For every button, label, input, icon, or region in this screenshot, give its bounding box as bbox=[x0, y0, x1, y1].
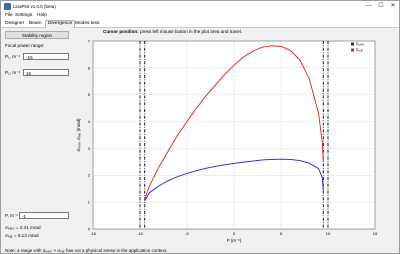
x-tick-label: -15 bbox=[90, 231, 97, 236]
tab-designer[interactable]: Designer bbox=[3, 21, 26, 27]
y-tick-label: 3 bbox=[88, 146, 91, 151]
y-tick-label: 5 bbox=[88, 92, 91, 97]
legend-entry: σₚₑᵣₚ bbox=[356, 41, 365, 46]
x-tick-label: 5 bbox=[280, 231, 283, 236]
tab-divergence[interactable]: Divergence bbox=[45, 19, 76, 28]
legend-marker bbox=[351, 48, 354, 52]
menu-file[interactable]: File bbox=[5, 13, 13, 18]
y-tick-label: 7 bbox=[88, 38, 91, 43]
app-icon bbox=[4, 3, 11, 10]
tab-beam[interactable]: Beam bbox=[27, 21, 44, 27]
minimize-button[interactable]: — bbox=[363, 1, 375, 12]
y-axis-label: σₚₑᵣₚ, σₚₐᵣ (mrad) bbox=[76, 118, 81, 152]
window-title: LinaPlot v1.0.0 (beta) bbox=[13, 3, 56, 9]
focal-range-label: Focal power range: bbox=[5, 43, 45, 48]
p1-label: P₁, m⁻¹ bbox=[5, 54, 20, 59]
y-tick-label: 4 bbox=[88, 119, 91, 124]
tab-bar: Designer Beam Divergence Modes loss bbox=[1, 19, 399, 28]
title-bar: LinaPlot v1.0.0 (beta) — ☐ ✕ bbox=[1, 1, 399, 12]
x-tick-label: -10 bbox=[137, 231, 144, 236]
app-window: LinaPlot v1.0.0 (beta) — ☐ ✕ File Settin… bbox=[0, 0, 400, 254]
maximize-button[interactable]: ☐ bbox=[375, 1, 387, 12]
sigma-perp-value: σₚₑᵣₚ = 2.41 mrad bbox=[5, 225, 41, 230]
x-tick-label: 0 bbox=[233, 231, 236, 236]
p2-label: P₂, m⁻¹ bbox=[5, 70, 21, 75]
footer-note: Note: a range with σₚₑᵣₚ > σₚₐᵣ has not … bbox=[5, 248, 168, 253]
menu-settings[interactable]: Settings bbox=[15, 13, 32, 18]
legend-entry: σₚₐᵣ bbox=[356, 47, 363, 52]
stability-region-button[interactable]: Stability region bbox=[5, 31, 69, 39]
p2-input[interactable]: 15 bbox=[23, 69, 69, 76]
x-axis-label: P (m⁻¹) bbox=[227, 238, 242, 243]
close-button[interactable]: ✕ bbox=[387, 1, 399, 12]
cursor-info: Cursor position: press left mouse button… bbox=[103, 29, 242, 34]
x-tick-label: -5 bbox=[185, 231, 189, 236]
tab-modes-loss[interactable]: Modes loss bbox=[73, 21, 101, 27]
divergence-chart[interactable]: -15 -10 -5 0 5 10 1501234567σₚₑᵣₚσₚₐᵣP (m⁻¹)σₚ… bbox=[73, 36, 399, 248]
sigma-par-value: σₚₐᵣ = 6.13 mrad bbox=[5, 233, 39, 238]
y-tick-label: 2 bbox=[88, 173, 91, 178]
legend-marker bbox=[351, 42, 354, 46]
p1-input[interactable]: -15 bbox=[23, 53, 69, 60]
left-panel: Stability region Focal power range: P₁, … bbox=[1, 28, 73, 254]
y-tick-label: 1 bbox=[88, 200, 91, 205]
x-tick-label: 15 bbox=[373, 231, 378, 236]
plot-panel: Cursor position: press left mouse button… bbox=[73, 28, 399, 254]
menu-help[interactable]: Help bbox=[37, 13, 47, 18]
p-current-label: P, m⁻¹ bbox=[5, 213, 18, 218]
cursor-label: Cursor position: bbox=[103, 29, 139, 34]
y-tick-label: 6 bbox=[88, 65, 91, 70]
p-current-input[interactable]: -1 bbox=[19, 212, 69, 219]
x-tick-label: 10 bbox=[326, 231, 331, 236]
cursor-text: press left mouse button in the plot area… bbox=[140, 29, 243, 34]
